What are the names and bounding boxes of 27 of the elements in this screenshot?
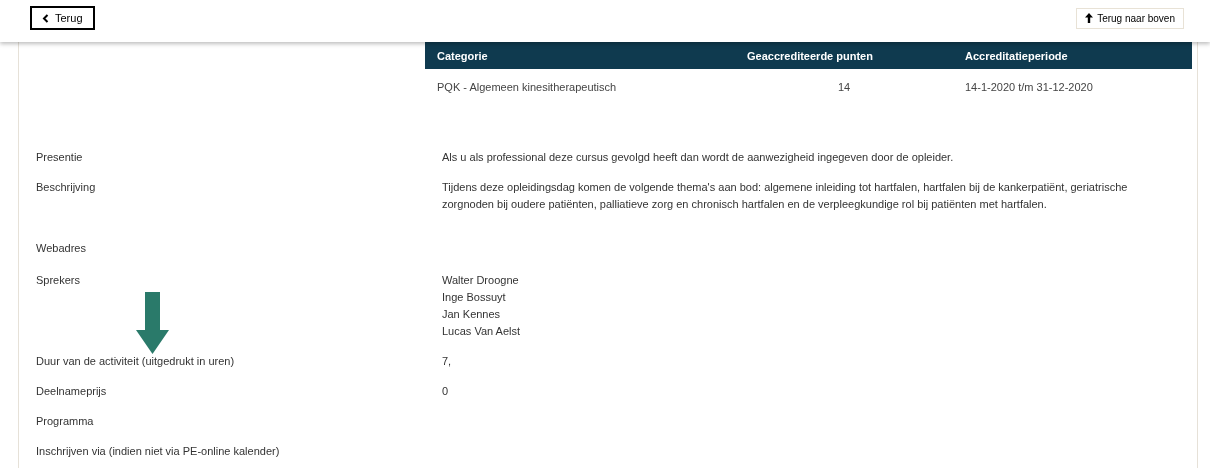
field-value: 0 — [442, 384, 449, 399]
table-cell-text: PQK - Algemeen kinesitherapeutisch — [436, 80, 618, 95]
table-cell-text: 14-1-2020 t/m 31-12-2020 — [964, 80, 1094, 95]
back-to-top-button[interactable]: Terug naar boven — [1076, 7, 1184, 29]
column-header: Categorie — [425, 42, 735, 69]
field-label: Presentie — [36, 150, 83, 165]
chevron-left-icon — [42, 13, 49, 23]
field-value: 7, — [442, 354, 452, 369]
field-value: Inge Bossuyt — [442, 290, 507, 305]
back-button[interactable]: Terug — [30, 6, 95, 30]
field-label: Deelnameprijs — [36, 384, 107, 399]
arrow-up-icon — [1085, 13, 1094, 23]
field-value: Walter Droogne — [442, 273, 520, 288]
field-label: Sprekers — [36, 273, 81, 288]
field-label: Inschrijven via (indien niet via PE-online kalender) — [36, 444, 280, 459]
field-label: Beschrijving — [36, 180, 96, 195]
field-label: Programma — [36, 414, 94, 429]
arrow-down-icon — [136, 292, 169, 354]
column-header: Geaccrediteerde punten — [735, 42, 953, 69]
field-value: Lucas Van Aelst — [442, 324, 521, 339]
field-value: Tijdens deze opleidingsdag komen de volgende thema's aan bod: algemene inleiding tot hartfalen, hartfalen bij de kankerpatiënt, geriatrische zorgnoden bij oudere patiënten, palliatieve zorg en chronisch hartfalen en de verpleegkundige rol bij patiënten met hartfalen. — [442, 180, 1129, 212]
field-label: Webadres — [36, 241, 86, 256]
column-header: Accreditatieperiode — [953, 42, 1192, 69]
field-label: Duur van de activiteit (uitgedrukt in uren) — [36, 354, 235, 369]
field-value: Jan Kennes — [442, 307, 502, 322]
field-value: Als u als professional deze cursus gevolgd heeft dan wordt de aanwezigheid ingegeven door de opleider. — [442, 150, 954, 165]
table-cell-text: 14 — [836, 80, 852, 95]
